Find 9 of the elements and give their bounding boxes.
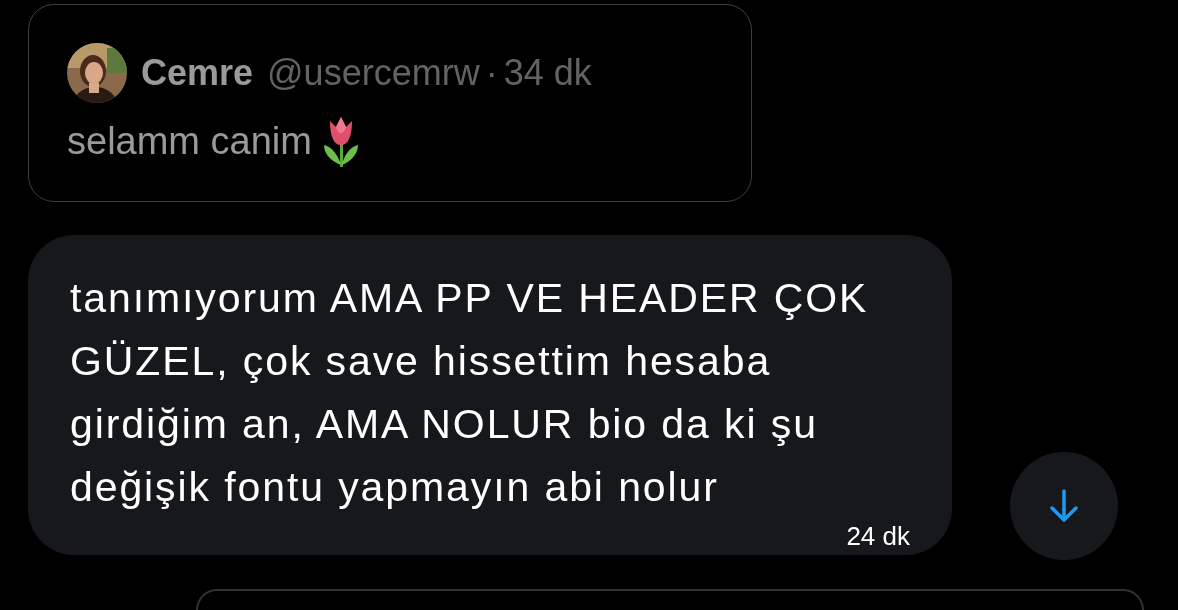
message-text: tanımıyorum AMA PP VE HEADER ÇOK GÜZEL, çok save hissettim hesaba girdiğim an, AMA NOLUR bio da ki şu değişik fontu yapmayın abi nolur — [70, 274, 870, 513]
author-name[interactable]: Cemre — [141, 52, 254, 94]
post-time: 34 dk — [503, 52, 592, 94]
post-text: selamm canim — [67, 119, 312, 163]
quoted-post-card[interactable]: Cemre @usercemrw · 34 dk selamm canim — [28, 4, 752, 203]
down-arrow-icon — [1049, 489, 1079, 524]
separator-dot: · — [485, 52, 498, 94]
message-time: 24 dk — [846, 521, 910, 552]
author-handle[interactable]: @usercemrw — [267, 52, 480, 94]
